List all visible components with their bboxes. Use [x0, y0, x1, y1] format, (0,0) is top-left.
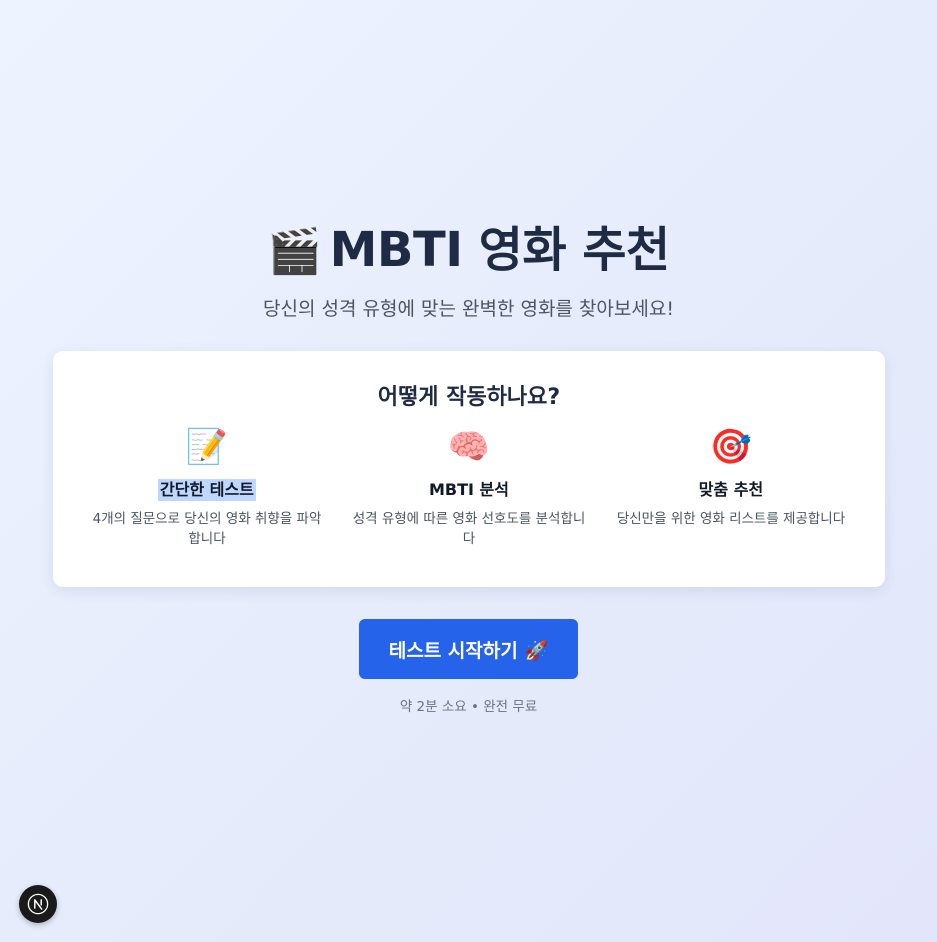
brain-icon: 🧠	[447, 427, 491, 467]
clapperboard-icon: 🎬	[267, 226, 322, 277]
hero: 🎬 MBTI 영화 추천 당신의 성격 유형에 맞는 완벽한 영화를 찾아보세요!	[0, 218, 937, 322]
duration-note: 약 2분 소요 • 완전 무료	[399, 699, 538, 715]
feature-list: 📝 간단한 테스트 4개의 질문으로 당신의 영화 취향을 파악합니다 🧠 MB…	[53, 413, 885, 549]
how-it-works-title: 어떻게 작동하나요?	[377, 385, 561, 410]
how-it-works-card: 어떻게 작동하나요? 📝 간단한 테스트 4개의 질문으로 당신의 영화 취향을…	[53, 351, 885, 587]
feature-name: 간단한 테스트	[158, 479, 256, 501]
feature-description: 당신만을 위한 영화 리스트를 제공합니다	[616, 511, 846, 527]
feature-item: 🧠 MBTI 분석 성격 유형에 따른 영화 선호도를 분석합니다	[349, 427, 589, 549]
page-title: 🎬 MBTI 영화 추천	[0, 218, 937, 284]
next-logo-icon[interactable]	[19, 885, 57, 923]
feature-description: 성격 유형에 따른 영화 선호도를 분석합니다	[352, 511, 586, 547]
feature-name: MBTI 분석	[429, 480, 509, 499]
feature-item: 🎯 맞춤 추천 당신만을 위한 영화 리스트를 제공합니다	[611, 427, 851, 549]
page-subtitle: 당신의 성격 유형에 맞는 완벽한 영화를 찾아보세요!	[263, 298, 674, 320]
memo-icon: 📝	[185, 427, 229, 467]
feature-description: 4개의 질문으로 당신의 영화 취향을 파악합니다	[92, 511, 322, 547]
n-logo-icon	[27, 893, 49, 915]
start-test-button[interactable]: 테스트 시작하기 🚀	[359, 619, 578, 679]
feature-name: 맞춤 추천	[698, 480, 764, 499]
page-title-text: MBTI 영화 추천	[329, 222, 671, 278]
feature-item: 📝 간단한 테스트 4개의 질문으로 당신의 영화 취향을 파악합니다	[87, 427, 327, 549]
target-icon: 🎯	[709, 427, 753, 467]
